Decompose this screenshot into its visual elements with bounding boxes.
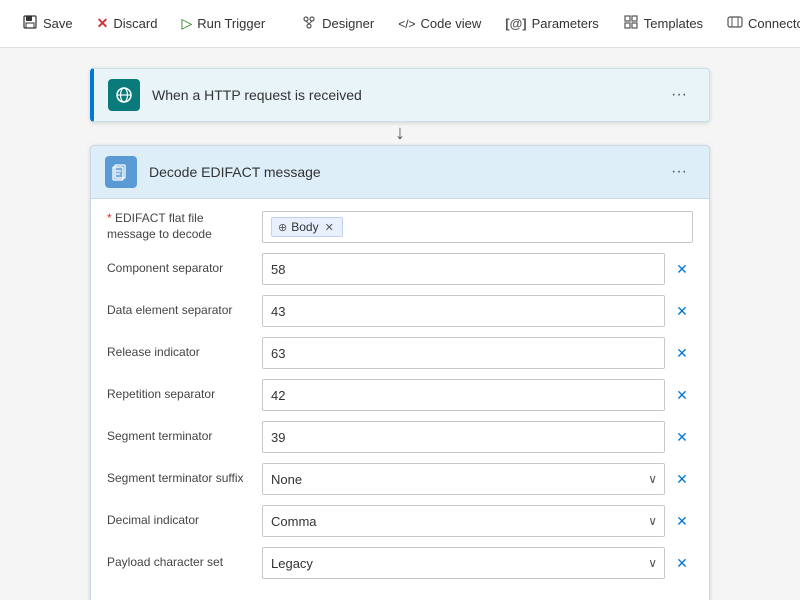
templates-button[interactable]: Templates	[613, 8, 713, 39]
decimal-ind-control: Comma Period ∨ ✕	[262, 505, 693, 537]
segment-term-label: Segment terminator	[107, 429, 262, 445]
component-sep-row: Component separator ✕	[107, 253, 693, 285]
connectors-icon	[727, 14, 743, 33]
edifact-field-label: EDIFACT flat file message to decode	[107, 211, 262, 242]
tag-icon: ⊕	[278, 221, 287, 234]
repetition-sep-input[interactable]	[262, 379, 665, 411]
http-trigger-more-button[interactable]: ···	[663, 82, 695, 108]
component-sep-input[interactable]	[262, 253, 665, 285]
code-view-button[interactable]: </> Code view	[388, 10, 491, 37]
parameters-icon: [@]	[505, 16, 526, 31]
canvas: When a HTTP request is received ··· ↓ De…	[0, 48, 800, 600]
save-label: Save	[43, 16, 73, 31]
segment-term-row: Segment terminator ✕	[107, 421, 693, 453]
component-sep-clear-button[interactable]: ✕	[671, 258, 693, 280]
segment-term-input[interactable]	[262, 421, 665, 453]
connector-arrow: ↓	[395, 122, 405, 145]
code-icon: </>	[398, 17, 415, 31]
edifact-field-row: EDIFACT flat file message to decode ⊕ Bo…	[107, 211, 693, 243]
save-icon	[22, 14, 38, 33]
save-button[interactable]: Save	[12, 8, 83, 39]
seg-term-suffix-row: Segment terminator suffix None LF CR CRL…	[107, 463, 693, 495]
designer-label: Designer	[322, 16, 374, 31]
parameters-label: Parameters	[532, 16, 599, 31]
release-ind-control: ✕	[262, 337, 693, 369]
segment-term-clear-button[interactable]: ✕	[671, 426, 693, 448]
payload-charset-select[interactable]: Legacy UTF-8	[262, 547, 665, 579]
http-trigger-card: When a HTTP request is received ···	[90, 68, 710, 122]
decode-form: EDIFACT flat file message to decode ⊕ Bo…	[91, 199, 709, 600]
seg-term-suffix-select-wrap: None LF CR CRLF ∨	[262, 463, 665, 495]
repetition-sep-row: Repetition separator ✕	[107, 379, 693, 411]
parameters-button[interactable]: [@] Parameters	[495, 10, 609, 37]
release-ind-clear-button[interactable]: ✕	[671, 342, 693, 364]
segment-term-control: ✕	[262, 421, 693, 453]
http-trigger-icon	[108, 79, 140, 111]
run-trigger-label: Run Trigger	[197, 16, 265, 31]
discard-icon: ✕	[97, 15, 109, 32]
discard-label: Discard	[113, 16, 157, 31]
release-ind-input[interactable]	[262, 337, 665, 369]
decimal-ind-clear-button[interactable]: ✕	[671, 510, 693, 532]
toolbar: Save ✕ Discard ▷ Run Trigger Designer </…	[0, 0, 800, 48]
connectors-button[interactable]: Connectors	[717, 8, 800, 39]
designer-button[interactable]: Designer	[291, 8, 384, 39]
repetition-sep-label: Repetition separator	[107, 387, 262, 403]
body-tag: ⊕ Body ✕	[271, 217, 343, 237]
arrow-down-icon: ↓	[395, 122, 405, 145]
run-icon: ▷	[181, 15, 192, 32]
http-trigger-header: When a HTTP request is received ···	[94, 69, 709, 121]
payload-charset-row: Payload character set Legacy UTF-8 ∨ ✕	[107, 547, 693, 579]
component-sep-control: ✕	[262, 253, 693, 285]
seg-term-suffix-select[interactable]: None LF CR CRLF	[262, 463, 665, 495]
designer-icon	[301, 14, 317, 33]
templates-label: Templates	[644, 16, 703, 31]
decode-card: Decode EDIFACT message ··· EDIFACT flat …	[90, 145, 710, 600]
edifact-tag-input[interactable]: ⊕ Body ✕	[262, 211, 693, 243]
data-elem-control: ✕	[262, 295, 693, 327]
edifact-field-control: ⊕ Body ✕	[262, 211, 693, 243]
component-sep-label: Component separator	[107, 261, 262, 277]
seg-term-suffix-label: Segment terminator suffix	[107, 471, 262, 487]
decode-icon	[105, 156, 137, 188]
payload-charset-select-wrap: Legacy UTF-8 ∨	[262, 547, 665, 579]
decimal-ind-label: Decimal indicator	[107, 513, 262, 529]
code-view-label: Code view	[421, 16, 482, 31]
data-elem-clear-button[interactable]: ✕	[671, 300, 693, 322]
release-ind-row: Release indicator ✕	[107, 337, 693, 369]
connectors-label: Connectors	[748, 16, 800, 31]
seg-term-suffix-control: None LF CR CRLF ∨ ✕	[262, 463, 693, 495]
seg-term-suffix-clear-button[interactable]: ✕	[671, 468, 693, 490]
repetition-sep-control: ✕	[262, 379, 693, 411]
data-elem-row: Data element separator ✕	[107, 295, 693, 327]
repetition-sep-clear-button[interactable]: ✕	[671, 384, 693, 406]
decimal-ind-row: Decimal indicator Comma Period ∨ ✕	[107, 505, 693, 537]
data-elem-label: Data element separator	[107, 303, 262, 319]
tag-close-button[interactable]: ✕	[323, 221, 336, 234]
run-trigger-button[interactable]: ▷ Run Trigger	[171, 9, 275, 38]
decimal-ind-select-wrap: Comma Period ∨	[262, 505, 665, 537]
payload-charset-label: Payload character set	[107, 555, 262, 571]
discard-button[interactable]: ✕ Discard	[87, 9, 168, 38]
decode-card-title: Decode EDIFACT message	[149, 164, 663, 180]
decimal-ind-select[interactable]: Comma Period	[262, 505, 665, 537]
data-elem-input[interactable]	[262, 295, 665, 327]
release-ind-label: Release indicator	[107, 345, 262, 361]
tag-label: Body	[291, 220, 318, 234]
payload-charset-control: Legacy UTF-8 ∨ ✕	[262, 547, 693, 579]
http-trigger-title: When a HTTP request is received	[152, 87, 663, 103]
templates-icon	[623, 14, 639, 33]
decode-card-header: Decode EDIFACT message ···	[91, 146, 709, 199]
decode-more-button[interactable]: ···	[663, 159, 695, 185]
payload-charset-clear-button[interactable]: ✕	[671, 552, 693, 574]
